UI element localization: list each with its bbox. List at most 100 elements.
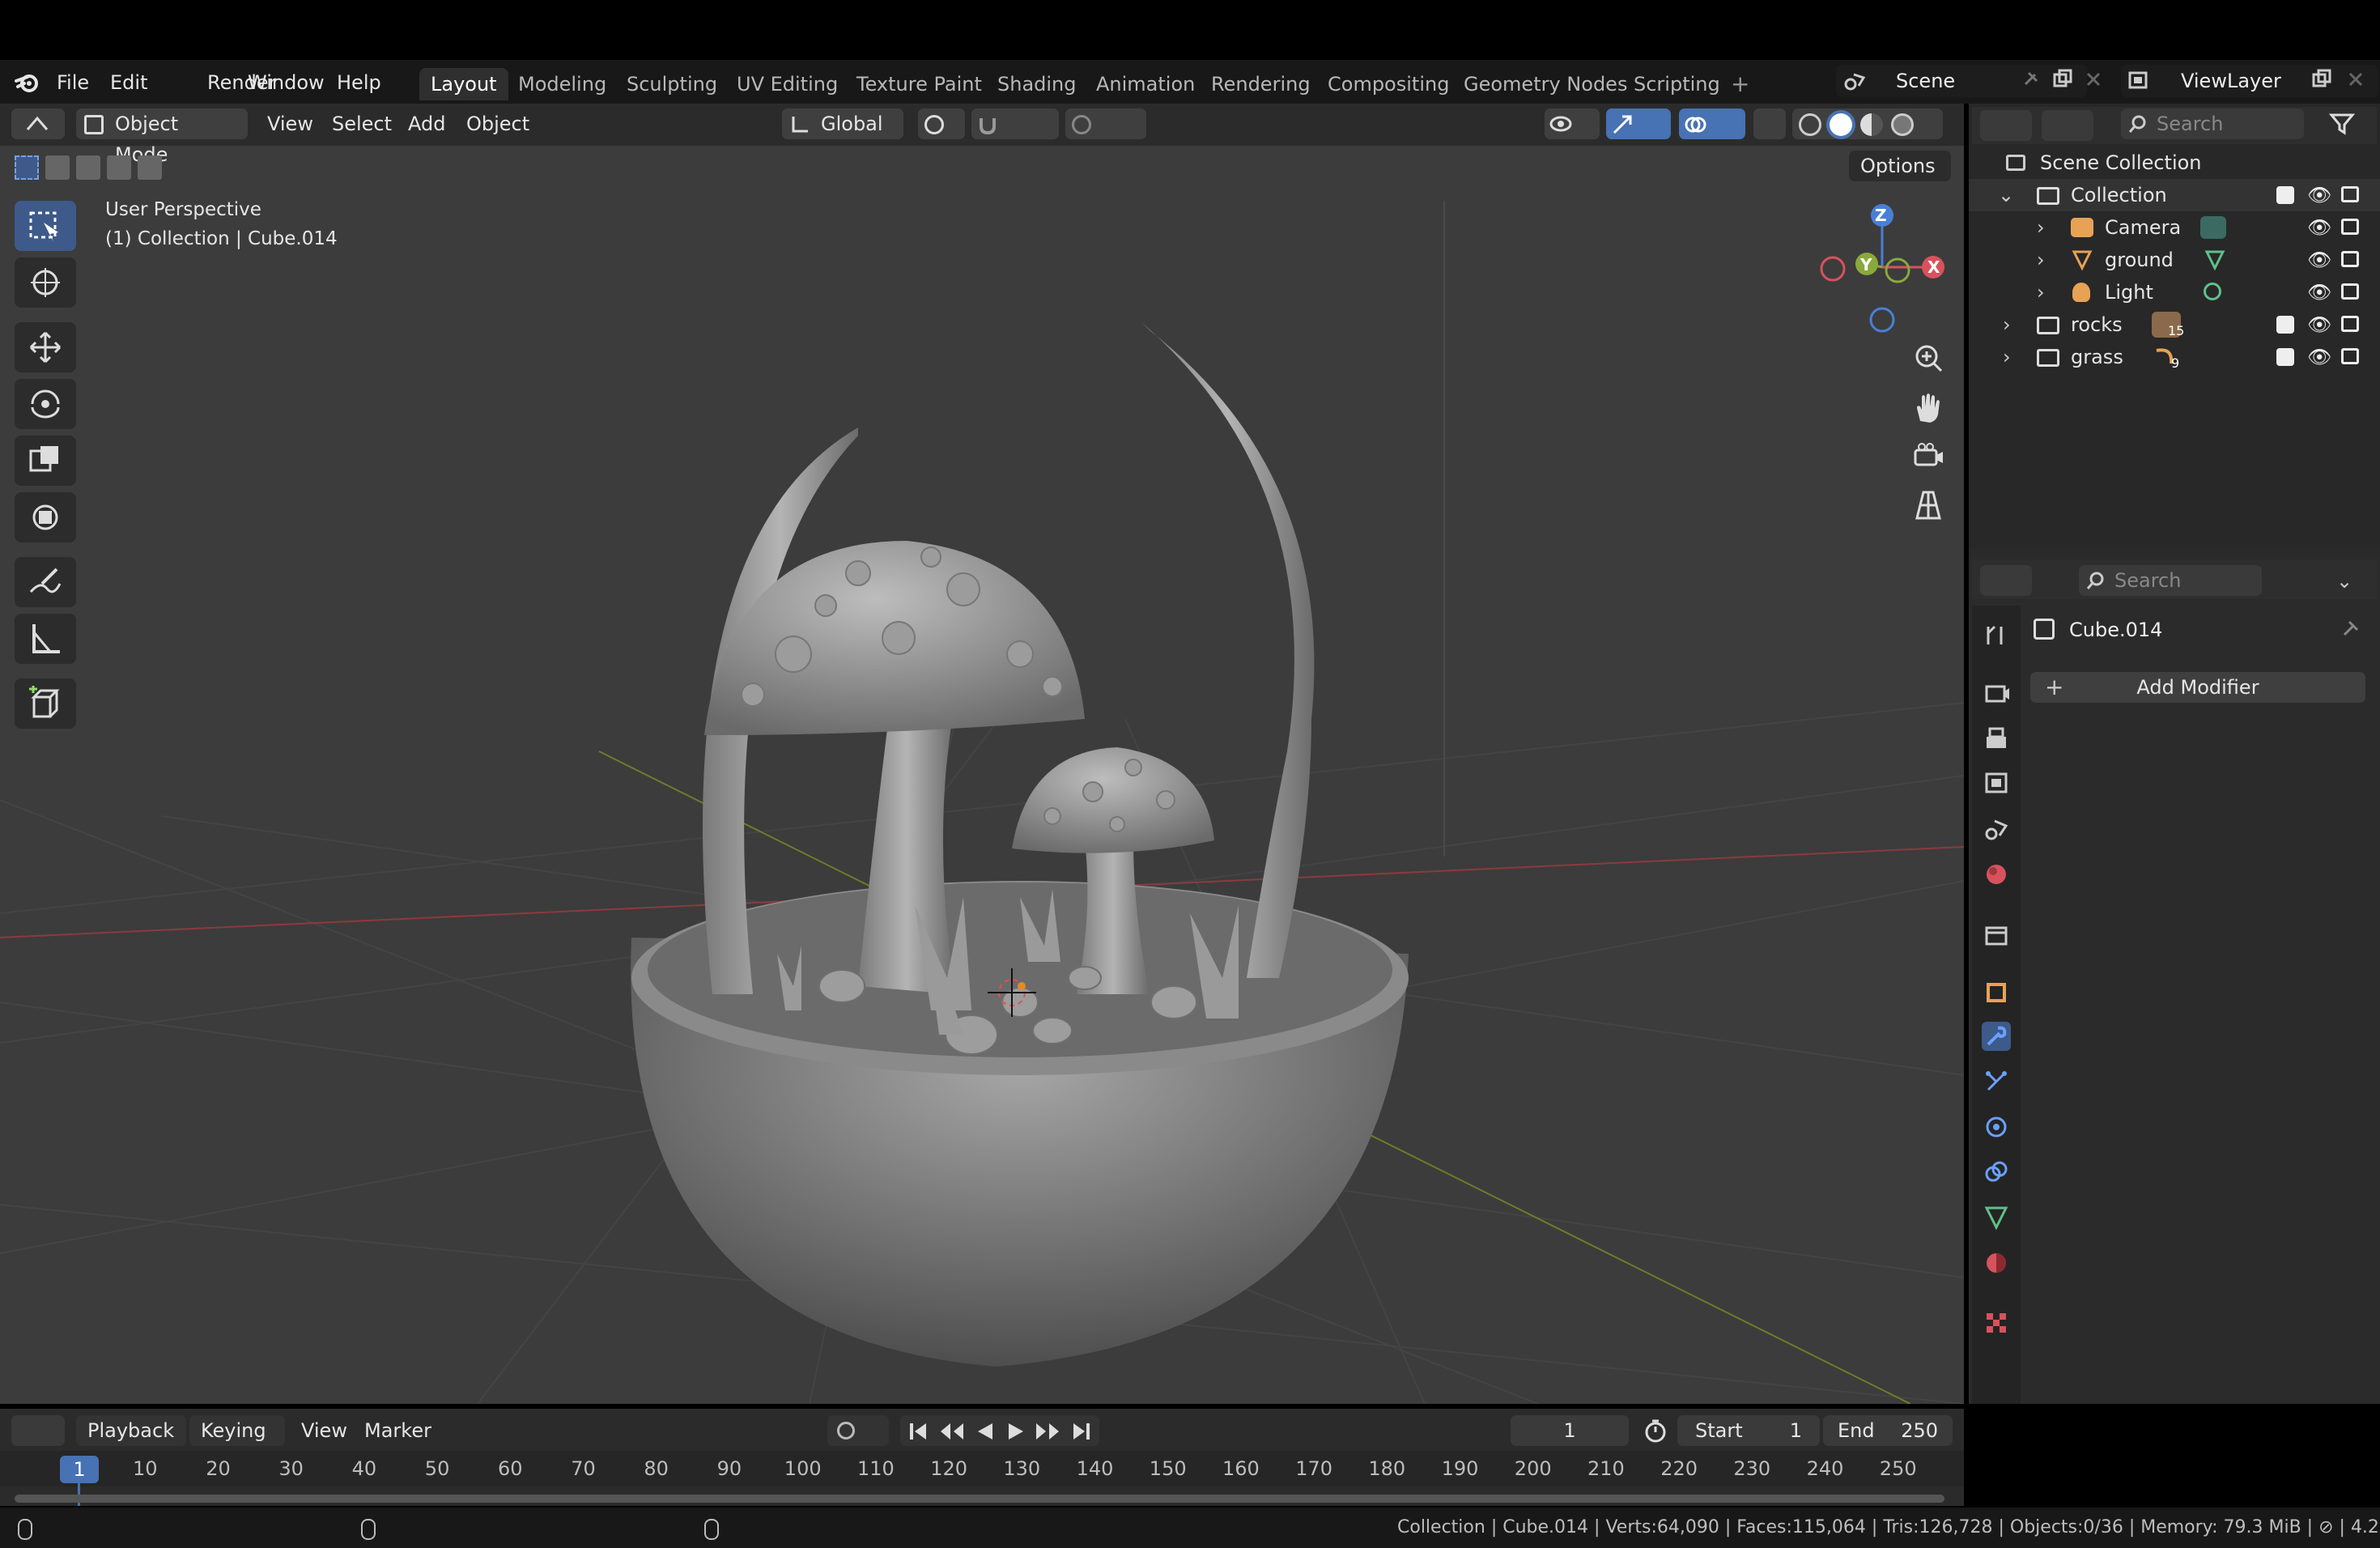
camera-data-icon[interactable]	[2200, 216, 2226, 239]
select-mode-intersect-icon[interactable]	[138, 155, 162, 180]
outliner-scene-collection[interactable]: Scene Collection	[1969, 147, 2380, 179]
menu-edit[interactable]: Edit	[102, 68, 155, 97]
rotate-tool[interactable]	[15, 379, 76, 429]
pin-icon[interactable]	[2338, 617, 2362, 641]
output-properties-icon[interactable]	[1982, 724, 2011, 753]
tab-uv-editing[interactable]: UV Editing	[725, 68, 849, 100]
select-box-tool[interactable]	[15, 201, 76, 251]
scale-tool[interactable]	[15, 436, 76, 486]
outliner-display-mode-button[interactable]	[2042, 110, 2093, 141]
texture-properties-icon[interactable]	[1982, 1308, 2011, 1337]
render-properties-icon[interactable]	[1982, 678, 2011, 708]
timeline-menu-marker[interactable]: Marker	[364, 1415, 431, 1446]
timeline-menu-playback[interactable]: Playback	[76, 1415, 186, 1446]
outliner-collection-grass[interactable]: › grass 9 👁	[1969, 341, 2380, 373]
rendered-shading-icon[interactable]	[1891, 113, 1914, 136]
particle-properties-icon[interactable]	[1982, 1067, 2011, 1096]
render-camera-icon[interactable]	[2341, 219, 2359, 235]
object-properties-icon[interactable]	[1982, 978, 2011, 1007]
play-icon[interactable]	[1005, 1422, 1026, 1446]
menu-file[interactable]: File	[49, 68, 97, 97]
jump-keyframe-back-icon[interactable]	[939, 1422, 965, 1446]
start-frame-field[interactable]: Start 1	[1677, 1415, 1820, 1446]
chevron-down-icon[interactable]: ⌄	[1998, 179, 2014, 211]
select-mode-new-icon[interactable]	[15, 155, 39, 180]
delete-view-layer-icon[interactable]	[2346, 70, 2365, 89]
scene-selector[interactable]	[1836, 65, 2087, 97]
world-properties-icon[interactable]	[1982, 860, 2011, 889]
physics-properties-icon[interactable]	[1982, 1112, 2011, 1142]
outliner-collection-rocks[interactable]: › rocks 15 👁	[1969, 308, 2380, 341]
render-camera-icon[interactable]	[2341, 316, 2359, 332]
tab-compositing[interactable]: Compositing	[1316, 68, 1460, 100]
playhead[interactable]: 1	[60, 1456, 99, 1483]
exclude-checkbox[interactable]	[2276, 348, 2294, 366]
viewport-menu-add[interactable]: Add	[408, 108, 445, 139]
editor-type-button[interactable]	[11, 108, 65, 139]
material-properties-icon[interactable]	[1982, 1248, 2011, 1278]
view-layer-properties-icon[interactable]	[1982, 769, 2011, 798]
outliner-item-camera[interactable]: › Camera 👁	[1969, 211, 2380, 244]
tab-scripting[interactable]: Scripting	[1622, 68, 1732, 100]
transform-tool[interactable]	[15, 492, 76, 542]
render-camera-icon[interactable]	[2341, 251, 2359, 267]
blender-logo-icon[interactable]	[13, 68, 42, 97]
solid-shading-icon[interactable]	[1830, 113, 1852, 136]
outliner-item-ground[interactable]: › ground 👁	[1969, 244, 2380, 276]
light-data-icon[interactable]	[2204, 283, 2221, 300]
delete-scene-icon[interactable]	[2084, 70, 2103, 89]
timeline-editor-type-button[interactable]	[11, 1415, 65, 1446]
chevron-right-icon[interactable]: ›	[2037, 276, 2045, 308]
scene-name[interactable]: Scene	[1896, 66, 1955, 96]
add-workspace-button[interactable]: +	[1719, 68, 1761, 100]
tab-rendering[interactable]: Rendering	[1200, 68, 1322, 100]
new-view-layer-icon[interactable]	[2310, 68, 2333, 91]
stopwatch-icon[interactable]	[1643, 1418, 1668, 1448]
jump-start-icon[interactable]	[908, 1422, 929, 1446]
jump-keyframe-forward-icon[interactable]	[1035, 1422, 1060, 1446]
visibility-eye-icon[interactable]: 👁	[2307, 179, 2331, 211]
tab-geometry-nodes[interactable]: Geometry Nodes	[1452, 68, 1638, 100]
annotate-tool[interactable]	[15, 557, 76, 607]
3d-viewport[interactable]	[0, 104, 1964, 1404]
render-camera-icon[interactable]	[2341, 186, 2359, 202]
tab-sculpting[interactable]: Sculpting	[615, 68, 729, 100]
visibility-eye-icon[interactable]: 👁	[2307, 276, 2331, 308]
end-frame-field[interactable]: End 250	[1823, 1415, 1953, 1446]
tab-shading[interactable]: Shading	[986, 68, 1088, 100]
tab-texture-paint[interactable]: Texture Paint	[845, 68, 993, 100]
chevron-down-icon[interactable]: ⌄	[2336, 570, 2352, 593]
material-shading-icon[interactable]	[1860, 113, 1883, 136]
visibility-eye-icon[interactable]: 👁	[2307, 244, 2331, 276]
menu-window[interactable]: Window	[240, 68, 333, 97]
render-camera-icon[interactable]	[2341, 283, 2359, 300]
outliner-item-light[interactable]: › Light 👁	[1969, 276, 2380, 308]
xray-toggle[interactable]	[1753, 108, 1786, 139]
modifier-properties-icon[interactable]	[1982, 1022, 2011, 1051]
collection-properties-icon[interactable]	[1982, 921, 2011, 950]
move-tool[interactable]	[15, 322, 76, 372]
tool-properties-icon[interactable]	[1982, 620, 2011, 649]
cursor-tool[interactable]	[15, 257, 76, 308]
data-properties-icon[interactable]	[1982, 1203, 2011, 1232]
tab-animation[interactable]: Animation	[1085, 68, 1206, 100]
visibility-eye-icon[interactable]: 👁	[2307, 341, 2331, 373]
scene-properties-icon[interactable]	[1982, 814, 2011, 844]
pin-icon[interactable]	[2019, 68, 2042, 91]
select-mode-subtract-icon[interactable]	[76, 155, 100, 180]
render-camera-icon[interactable]	[2341, 348, 2359, 364]
select-mode-extend-icon[interactable]	[45, 155, 70, 180]
tab-modeling[interactable]: Modeling	[507, 68, 618, 100]
chevron-right-icon[interactable]: ›	[2037, 211, 2045, 244]
play-reverse-icon[interactable]	[975, 1422, 996, 1446]
viewport-menu-object[interactable]: Object	[466, 108, 529, 139]
viewport-menu-select[interactable]: Select	[332, 108, 392, 139]
add-cube-tool[interactable]	[15, 678, 76, 729]
chevron-right-icon[interactable]: ›	[2003, 341, 2011, 373]
wireframe-shading-icon[interactable]	[1799, 113, 1821, 136]
view-layer-name[interactable]: ViewLayer	[2181, 66, 2281, 96]
measure-tool[interactable]	[15, 614, 76, 664]
exclude-checkbox[interactable]	[2276, 186, 2294, 204]
select-mode-invert-icon[interactable]	[107, 155, 131, 180]
properties-editor-type-button[interactable]	[1980, 565, 2032, 596]
